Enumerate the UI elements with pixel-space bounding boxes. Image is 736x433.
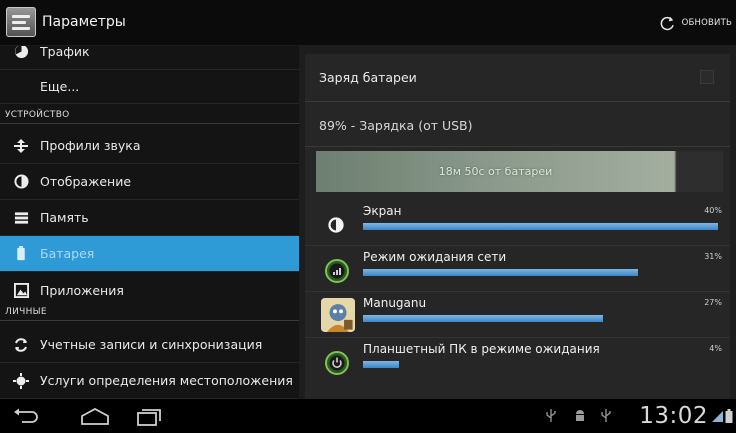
refresh-icon <box>660 16 674 30</box>
sidebar-item-accounts-sync[interactable]: Учетные записи и синхронизация <box>0 327 299 363</box>
battery-status: 89% - Зарядка (от USB) <box>319 118 473 133</box>
sound-profile-icon <box>13 138 29 154</box>
recent-apps-icon[interactable] <box>136 408 162 426</box>
page-title: Параметры <box>42 14 126 30</box>
usage-bar <box>363 269 638 276</box>
sidebar-item-label: Батарея <box>40 246 95 261</box>
usage-name: Manuganu <box>363 296 427 310</box>
display-icon <box>13 174 29 190</box>
sidebar-item-more[interactable]: Еще... <box>0 70 299 104</box>
sidebar-item-label: Профили звука <box>40 138 141 153</box>
refresh-button[interactable]: ОБНОВИТЬ <box>659 14 732 32</box>
battery-history-graph[interactable]: 18м 50с от батареи <box>316 151 723 192</box>
usage-percent: 31% <box>704 252 722 261</box>
refresh-label: ОБНОВИТЬ <box>681 18 732 28</box>
manuganu-app-icon <box>321 298 355 332</box>
usb-icon <box>546 409 556 422</box>
sidebar-item-sound-profiles[interactable]: Профили звука <box>0 128 299 164</box>
usage-name: Режим ожидания сети <box>363 250 507 264</box>
usage-item-tablet-idle[interactable]: Планшетный ПК в режиме ожидания 4% <box>305 338 730 384</box>
usage-percent: 4% <box>709 344 722 353</box>
sidebar-item-label: Приложения <box>40 282 124 298</box>
sync-icon <box>13 337 29 353</box>
battery-charging-icon <box>725 409 733 423</box>
section-divider <box>0 320 299 321</box>
sidebar-item-apps[interactable]: Приложения <box>0 272 299 308</box>
usage-name: Экран <box>363 204 402 218</box>
data-usage-icon <box>13 46 29 60</box>
sidebar-item-battery[interactable]: Батарея <box>0 236 299 272</box>
back-icon[interactable] <box>12 408 40 426</box>
action-bar: Параметры ОБНОВИТЬ <box>0 0 736 46</box>
section-header-personal: ЛИЧНЫЕ <box>5 307 47 317</box>
system-nav-bar: 13:02 <box>0 399 736 433</box>
usage-bar <box>363 361 399 368</box>
settings-app-icon[interactable] <box>6 7 36 37</box>
charge-label: Заряд батареи <box>319 70 417 85</box>
usage-item-cell-standby[interactable]: Режим ожидания сети 31% <box>305 246 730 292</box>
sidebar-item-storage[interactable]: Память <box>0 200 299 236</box>
cell-standby-icon <box>325 259 349 283</box>
usage-percent: 40% <box>704 206 722 215</box>
usb-icon <box>601 409 611 422</box>
sidebar-item-label: Трафик <box>40 46 90 59</box>
signal-icon <box>712 411 723 422</box>
sidebar-item-label: Еще... <box>40 79 80 94</box>
battery-panel: Заряд батареи 89% - Зарядка (от USB) 18м… <box>299 46 736 399</box>
display-brightness-icon <box>328 217 344 233</box>
sidebar-item-label: Отображение <box>40 174 132 189</box>
phone-idle-icon <box>325 351 349 375</box>
usage-name: Планшетный ПК в режиме ожидания <box>363 342 600 356</box>
battery-graph-label: 18м 50с от батареи <box>438 165 553 178</box>
sidebar-item-label: Услуги определения местоположения <box>40 373 293 388</box>
sidebar-item-data-usage[interactable]: Трафик <box>0 46 299 70</box>
section-divider <box>0 123 299 124</box>
section-header-device: УСТРОЙСТВО <box>5 110 70 120</box>
apps-icon <box>13 282 29 298</box>
settings-sidebar: Трафик Еще... УСТРОЙСТВО Профили звука О… <box>0 46 299 399</box>
usage-percent: 27% <box>704 298 722 307</box>
sidebar-item-label: Учетные записи и синхронизация <box>40 337 263 352</box>
usage-item-manuganu[interactable]: Manuganu 27% <box>305 292 730 338</box>
divider <box>305 146 730 147</box>
usage-bar <box>363 223 718 230</box>
home-icon[interactable] <box>80 408 110 426</box>
location-icon <box>13 372 29 389</box>
status-clock: 13:02 <box>639 403 708 429</box>
battery-details: Заряд батареи 89% - Зарядка (от USB) 18м… <box>305 54 730 399</box>
charge-setting-row[interactable]: Заряд батареи <box>305 54 730 102</box>
sidebar-item-label: Память <box>40 210 89 225</box>
charge-checkbox[interactable] <box>700 70 714 84</box>
sidebar-item-location[interactable]: Услуги определения местоположения <box>0 363 299 399</box>
sidebar-item-display[interactable]: Отображение <box>0 164 299 200</box>
usage-bar <box>363 315 603 322</box>
storage-icon <box>13 210 29 226</box>
android-debug-icon <box>576 410 584 421</box>
battery-icon <box>13 246 29 262</box>
usage-item-screen[interactable]: Экран 40% <box>305 200 730 246</box>
